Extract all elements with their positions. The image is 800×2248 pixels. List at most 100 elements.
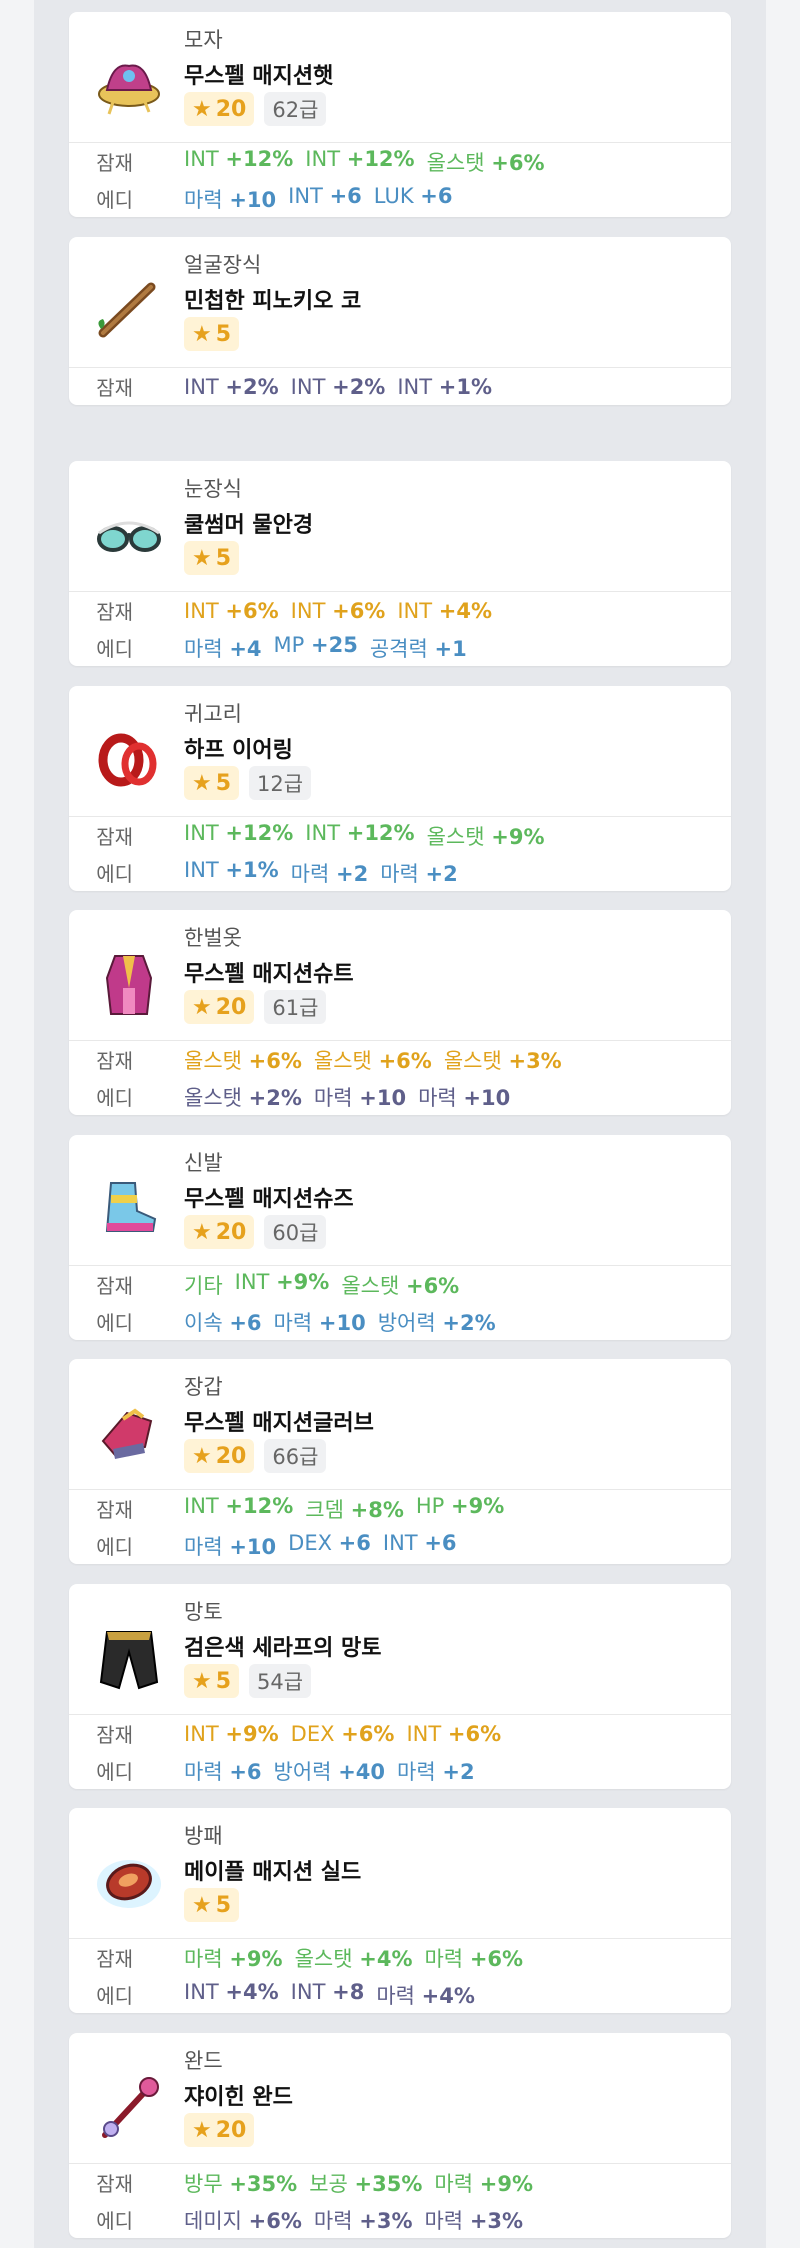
potential-options-row: 잠재 INT +6% INT +6% INT +4% xyxy=(69,592,731,629)
option-stat-name: INT xyxy=(184,1979,219,2004)
option-stat: INT +9% xyxy=(235,1270,330,1300)
option-stat-value: +8% xyxy=(350,1497,404,1522)
option-stat-value: +6 xyxy=(329,183,362,208)
additional-option-values: 마력 +10 INT +6 LUK +6 xyxy=(184,184,453,214)
equipment-card[interactable]: 한벌옷 무스펠 매지션슈트 ★ 20 61급 잠재 올스탯 +6% 올스탯 +6% 올스탯 +3… xyxy=(69,910,731,1115)
item-badges: ★ 20 61급 xyxy=(184,990,327,1024)
option-stat: INT +4% xyxy=(184,1980,279,2010)
equipment-card[interactable]: 귀고리 하프 이어링 ★ 5 12급 잠재 INT +12% INT +12% 올스탯 +9% 에… xyxy=(69,686,731,891)
option-stat: INT +6% xyxy=(184,599,279,623)
potential-label: 잠재 xyxy=(96,825,133,849)
potential-option-values: INT +12% INT +12% 올스탯 +6% xyxy=(184,147,545,177)
option-stat-value: +9% xyxy=(225,1721,279,1746)
option-stat: INT +6 xyxy=(383,1531,457,1561)
option-stat-name: 올스탯 xyxy=(341,1273,400,1298)
equipment-card[interactable]: 방패 메이플 매지션 실드 ★ 5 잠재 마력 +9% 올스탯 +4% 마력 +6% 에디 INT… xyxy=(69,1808,731,2013)
potential-options-row: 잠재 INT +2% INT +2% INT +1% xyxy=(69,368,731,405)
option-stat-name: 방어력 xyxy=(377,1310,436,1335)
option-stat: 올스탯 +6% xyxy=(341,1270,459,1300)
additional-label: 에디 xyxy=(96,1086,133,1110)
option-stat: 마력 +6% xyxy=(424,1943,523,1973)
option-stat: INT +1% xyxy=(397,375,492,399)
option-stat-value: +2% xyxy=(332,374,386,399)
option-stat: DEX +6% xyxy=(291,1722,395,1746)
option-stat-value: +9% xyxy=(229,1946,283,1971)
starforce-value: 5 xyxy=(215,545,232,571)
additional-options-row: 에디 INT +1% 마력 +2 마력 +2 xyxy=(69,854,731,891)
star-icon: ★ xyxy=(192,994,212,1020)
item-options: 잠재 올스탯 +6% 올스탯 +6% 올스탯 +3% 에디 올스탯 +2% 마력 +10 마력… xyxy=(69,1040,731,1115)
option-stat-name: INT xyxy=(406,1721,442,1746)
item-name: 무스펠 매지션슈트 xyxy=(184,962,354,987)
item-badges: ★ 20 60급 xyxy=(184,1215,327,1249)
equipment-card[interactable]: 망토 검은색 세라프의 망토 ★ 5 54급 잠재 INT +9% DEX +6% INT +6… xyxy=(69,1584,731,1789)
option-stat: 데미지 +6% xyxy=(184,2205,302,2235)
equipment-card[interactable]: 모자 무스펠 매지션햇 ★ 20 62급 잠재 INT +12% INT +12% 올스탯 +6… xyxy=(69,12,731,217)
option-stat-value: +6% xyxy=(405,1273,460,1298)
starforce-badge: ★ 5 xyxy=(184,1664,240,1698)
option-stat-name: INT xyxy=(305,820,341,845)
option-stat-value: +6% xyxy=(248,2208,302,2233)
option-stat-name: INT xyxy=(184,374,219,399)
additional-options-row: 에디 INT +4% INT +8 마력 +4% xyxy=(69,1976,731,2013)
star-icon: ★ xyxy=(192,96,212,122)
starforce-badge: ★ 5 xyxy=(184,541,240,575)
additional-label: 에디 xyxy=(96,1311,133,1335)
item-name: 무스펠 매지션글러브 xyxy=(184,1411,374,1436)
option-stat: INT +1% xyxy=(184,858,279,888)
additional-options-row: 에디 마력 +6 방어력 +40 마력 +2 xyxy=(69,1752,731,1789)
option-stat-value: +6% xyxy=(248,1048,302,1073)
item-name: 무스펠 매지션햇 xyxy=(184,64,334,89)
equipment-card[interactable]: 눈장식 쿨썸머 물안경 ★ 5 잠재 INT +6% INT +6% INT +4% 에디 마력 … xyxy=(69,461,731,666)
option-stat-value: +6% xyxy=(332,598,386,623)
option-stat-value: +6% xyxy=(341,1721,395,1746)
grade-badge: 54급 xyxy=(249,1664,312,1698)
potential-options-row: 잠재 기타 INT +9% 올스탯 +6% xyxy=(69,1266,731,1303)
item-options: 잠재 방무 +35% 보공 +35% 마력 +9% 에디 데미지 +6% 마력 +3% 마력 … xyxy=(69,2163,731,2238)
option-stat: 방어력 +2% xyxy=(378,1307,496,1337)
option-stat-value: +6% xyxy=(469,1946,524,1971)
item-options: 잠재 INT +12% INT +12% 올스탯 +6% 에디 마력 +10 INT +6 L… xyxy=(69,142,731,217)
option-stat-name: 올스탯 xyxy=(313,1048,372,1073)
starforce-value: 20 xyxy=(215,1219,247,1245)
grade-badge: 60급 xyxy=(264,1215,327,1249)
item-options: 잠재 INT +12% INT +12% 올스탯 +9% 에디 INT +1% 마력 +2 마… xyxy=(69,816,731,891)
option-stat: INT +12% xyxy=(305,147,414,177)
option-stat-name: INT xyxy=(234,1269,270,1294)
equipment-card[interactable]: 얼굴장식 민첩한 피노키오 코 ★ 5 잠재 INT +2% INT +2% INT +1% xyxy=(69,237,731,405)
equipment-card[interactable]: 장갑 무스펠 매지션글러브 ★ 20 66급 잠재 INT +12% 크뎀 +8% HP +9%… xyxy=(69,1359,731,1564)
option-stat: 마력 +10 xyxy=(184,1531,276,1561)
hat-icon xyxy=(93,50,165,122)
item-category: 귀고리 xyxy=(184,702,242,726)
option-stat: INT +6% xyxy=(406,1722,501,1746)
item-options: 잠재 INT +6% INT +6% INT +4% 에디 마력 +4 MP +25 공격력 … xyxy=(69,591,731,666)
option-stat-value: +6% xyxy=(491,150,545,175)
option-stat: 마력 +2 xyxy=(291,858,369,888)
option-stat: 보공 +35% xyxy=(309,2168,422,2198)
option-stat-value: +12% xyxy=(346,146,415,171)
option-stat-value: +35% xyxy=(354,2171,423,2196)
grade-badge: 66급 xyxy=(264,1439,327,1473)
option-stat-name: 마력 xyxy=(418,1085,457,1110)
item-name: 쟈이힌 완드 xyxy=(184,2085,293,2110)
potential-options-row: 잠재 마력 +9% 올스탯 +4% 마력 +6% xyxy=(69,1939,731,1976)
potential-option-values: INT +12% INT +12% 올스탯 +9% xyxy=(184,821,545,851)
option-stat-name: INT xyxy=(184,598,219,623)
item-badges: ★ 20 66급 xyxy=(184,1439,327,1473)
option-stat-name: 방어력 xyxy=(273,1759,332,1784)
option-stat-value: +40 xyxy=(338,1759,386,1784)
option-stat-name: 마력 xyxy=(380,861,419,886)
additional-options-row: 에디 이속 +6 마력 +10 방어력 +2% xyxy=(69,1303,731,1340)
additional-options-row: 에디 데미지 +6% 마력 +3% 마력 +3% xyxy=(69,2201,731,2238)
cape-icon xyxy=(93,1622,165,1694)
option-stat-value: +4% xyxy=(421,1983,475,2008)
option-stat-name: INT xyxy=(184,146,219,171)
equipment-card[interactable]: 신발 무스펠 매지션슈즈 ★ 20 60급 잠재 기타 INT +9% 올스탯 +6% 에디 이속 … xyxy=(69,1135,731,1340)
item-category: 방패 xyxy=(184,1824,223,1848)
option-stat-value: +1% xyxy=(438,374,493,399)
shield-icon xyxy=(93,1846,165,1918)
equipment-card[interactable]: 완드 쟈이힌 완드 ★ 20 잠재 방무 +35% 보공 +35% 마력 +9% 에디 데미지 +… xyxy=(69,2033,731,2238)
item-category: 모자 xyxy=(184,28,223,52)
starforce-value: 20 xyxy=(215,994,247,1020)
option-stat-name: 마력 xyxy=(313,1085,353,1110)
